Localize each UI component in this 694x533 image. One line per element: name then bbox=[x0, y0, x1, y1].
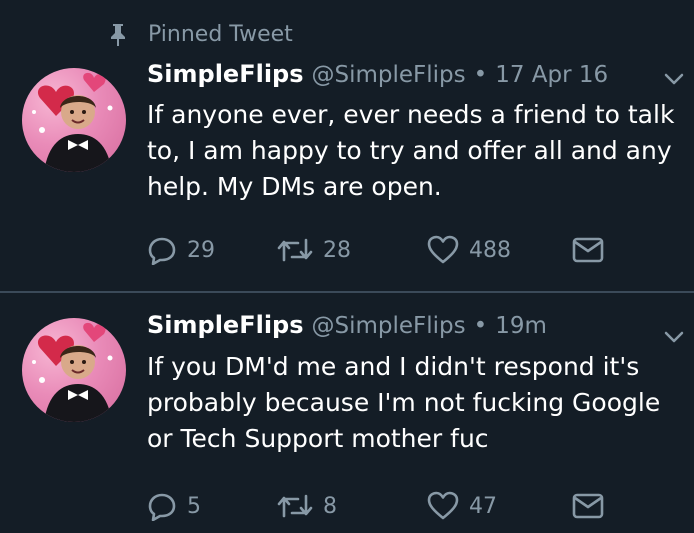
timestamp[interactable]: 19m bbox=[495, 313, 547, 339]
reply-icon bbox=[148, 237, 176, 265]
reply-button[interactable]: 29 bbox=[147, 235, 277, 265]
tweet-text: If anyone ever, ever needs a friend to t… bbox=[147, 100, 675, 201]
retweet-count: 8 bbox=[323, 493, 337, 519]
tweet-header: SimpleFlips @SimpleFlips • 19m bbox=[147, 311, 547, 339]
retweet-button[interactable]: 8 bbox=[277, 492, 427, 520]
like-button[interactable]: 47 bbox=[427, 491, 572, 521]
reply-button[interactable]: 5 bbox=[147, 491, 277, 521]
reply-icon bbox=[148, 493, 176, 521]
retweet-button[interactable]: 28 bbox=[277, 236, 427, 264]
like-count: 488 bbox=[469, 237, 511, 263]
tweet[interactable]: SimpleFlips @SimpleFlips • 19m If you DM… bbox=[0, 293, 694, 533]
direct-message-button[interactable] bbox=[572, 493, 604, 519]
avatar[interactable] bbox=[22, 318, 126, 422]
pinned-indicator: Pinned Tweet bbox=[108, 22, 293, 47]
display-name[interactable]: SimpleFlips bbox=[147, 311, 304, 339]
user-handle[interactable]: @SimpleFlips bbox=[312, 62, 466, 88]
heart-icon bbox=[427, 235, 459, 264]
avatar[interactable] bbox=[22, 68, 126, 172]
direct-message-button[interactable] bbox=[572, 237, 604, 263]
envelope-icon bbox=[572, 493, 604, 519]
chevron-down-icon[interactable] bbox=[664, 72, 684, 86]
avatar-image bbox=[32, 322, 113, 422]
separator: • bbox=[473, 62, 488, 88]
like-count: 47 bbox=[469, 493, 497, 519]
retweet-icon bbox=[277, 238, 313, 262]
tweet-actions: 5 8 47 bbox=[147, 491, 604, 521]
tweet-actions: 29 28 488 bbox=[147, 235, 604, 265]
user-handle[interactable]: @SimpleFlips bbox=[312, 313, 466, 339]
pinned-label: Pinned Tweet bbox=[148, 22, 293, 47]
tweet-pinned[interactable]: Pinned Tweet SimpleFlips @SimpleFlips • … bbox=[0, 0, 694, 292]
chevron-down-icon[interactable] bbox=[664, 330, 684, 344]
retweet-count: 28 bbox=[323, 237, 351, 263]
timestamp[interactable]: 17 Apr 16 bbox=[495, 62, 608, 88]
avatar-image bbox=[32, 72, 113, 172]
reply-count: 5 bbox=[187, 493, 201, 519]
like-button[interactable]: 488 bbox=[427, 235, 572, 265]
display-name[interactable]: SimpleFlips bbox=[147, 60, 304, 88]
envelope-icon bbox=[572, 237, 604, 263]
reply-count: 29 bbox=[187, 237, 215, 263]
heart-icon bbox=[427, 491, 459, 520]
tweet-header: SimpleFlips @SimpleFlips • 17 Apr 16 bbox=[147, 60, 608, 88]
separator: • bbox=[473, 313, 488, 339]
tweet-text: If you DM'd me and I didn't respond it's… bbox=[147, 352, 661, 453]
pin-icon bbox=[111, 23, 125, 46]
retweet-icon bbox=[277, 494, 313, 518]
